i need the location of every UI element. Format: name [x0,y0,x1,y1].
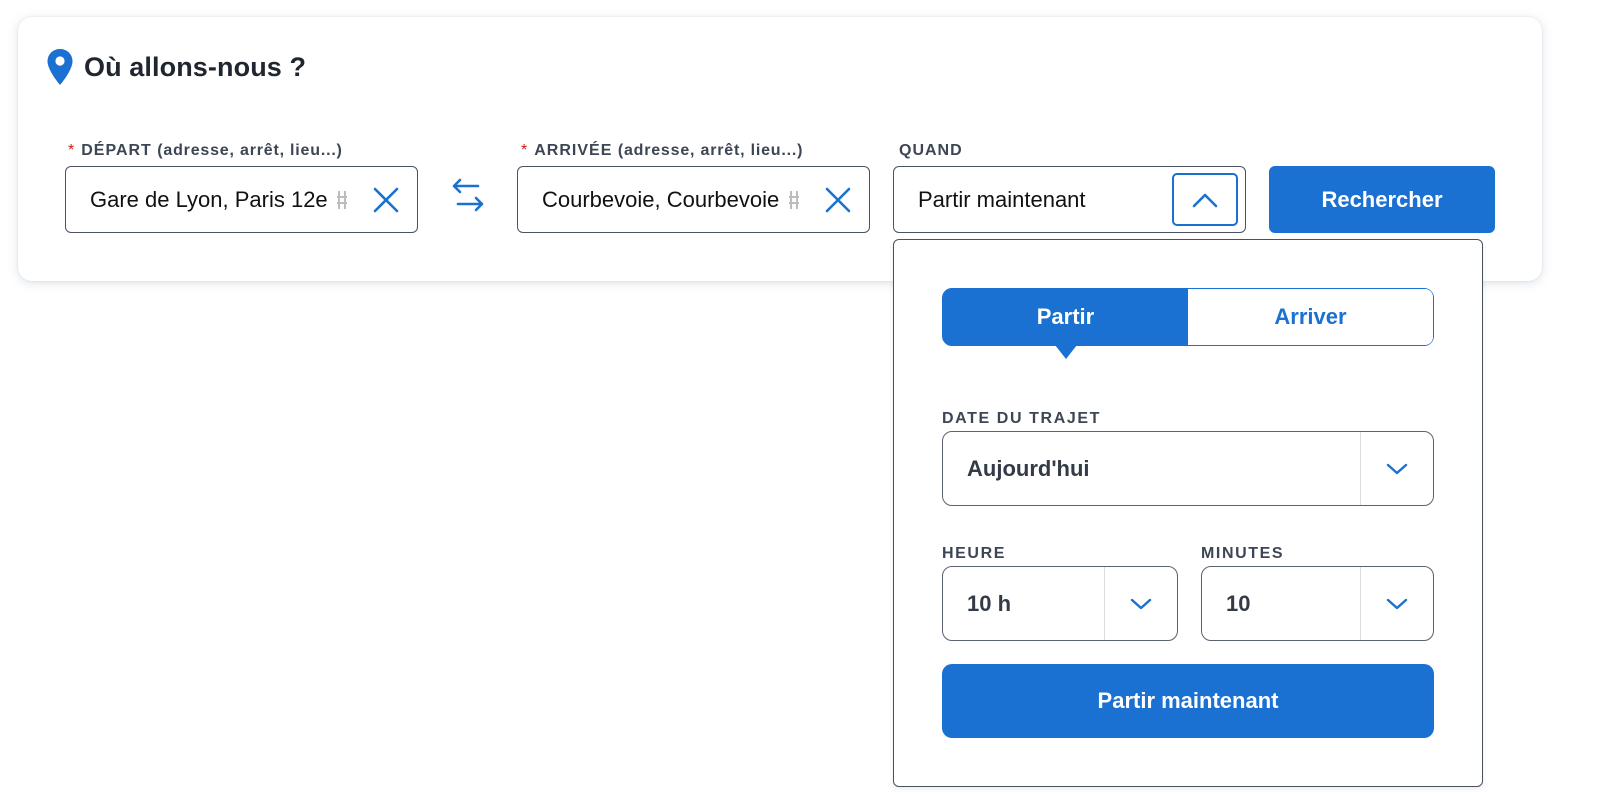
text-cursor-icon [789,190,799,209]
minutes-select[interactable]: 10 [1201,566,1434,641]
departure-input[interactable]: Gare de Lyon, Paris 12e [65,166,418,233]
date-value: Aujourd'hui [967,455,1090,481]
chevron-down-icon [1130,598,1152,609]
arrival-label: * ARRIVÉE (adresse, arrêt, lieu...) [521,142,803,160]
arrival-hint: (adresse, arrêt, lieu...) [617,142,804,159]
when-value: Partir maintenant [918,186,1086,212]
when-toggle-button[interactable] [1172,173,1238,226]
mode-option-arriver[interactable]: Arriver [1188,289,1433,345]
mode-segmented-control: Partir Arriver [942,288,1434,359]
required-mark: * [68,142,76,159]
departure-label: * DÉPART (adresse, arrêt, lieu...) [68,142,343,160]
text-cursor-icon [337,190,347,209]
departure-hint: (adresse, arrêt, lieu...) [157,142,343,159]
page-title: Où allons-nous ? [84,51,307,82]
date-dropdown-arrow[interactable] [1360,432,1433,505]
departure-label-text: DÉPART [81,142,152,159]
required-mark: * [521,142,529,159]
chevron-up-icon [1192,193,1218,207]
clear-arrival-button[interactable] [807,167,869,232]
when-label: QUAND [899,142,963,159]
hour-label: HEURE [942,545,1007,562]
arrival-input[interactable]: Courbevoie, Courbevoie [517,166,870,233]
close-icon [373,187,399,212]
close-icon [825,187,851,212]
departure-value[interactable]: Gare de Lyon, Paris 12e [66,187,335,213]
hour-select[interactable]: 10 h [942,566,1178,641]
chevron-down-icon [1386,463,1408,474]
clear-departure-button[interactable] [355,167,417,232]
page-heading: Où allons-nous ? [46,48,306,86]
date-label: DATE DU TRAJET [942,410,1101,427]
minutes-dropdown-arrow[interactable] [1360,567,1433,640]
date-select[interactable]: Aujourd'hui [942,431,1434,506]
arrival-value[interactable]: Courbevoie, Courbevoie [518,187,787,213]
hour-dropdown-arrow[interactable] [1104,567,1177,640]
minutes-label: MINUTES [1201,545,1285,562]
location-pin-icon [47,49,73,85]
depart-now-button[interactable]: Partir maintenant [942,664,1434,738]
arrival-label-text: ARRIVÉE [534,142,613,159]
chevron-down-icon [1386,598,1408,609]
when-select[interactable]: Partir maintenant [893,166,1246,233]
search-button[interactable]: Rechercher [1269,166,1495,233]
minutes-value: 10 [1226,590,1251,616]
swap-arrows-icon[interactable] [448,176,488,216]
hour-value: 10 h [967,590,1012,616]
when-dropdown-panel: Partir Arriver DATE DU TRAJET Aujourd'hu… [893,239,1483,787]
mode-option-partir[interactable]: Partir [943,289,1188,359]
